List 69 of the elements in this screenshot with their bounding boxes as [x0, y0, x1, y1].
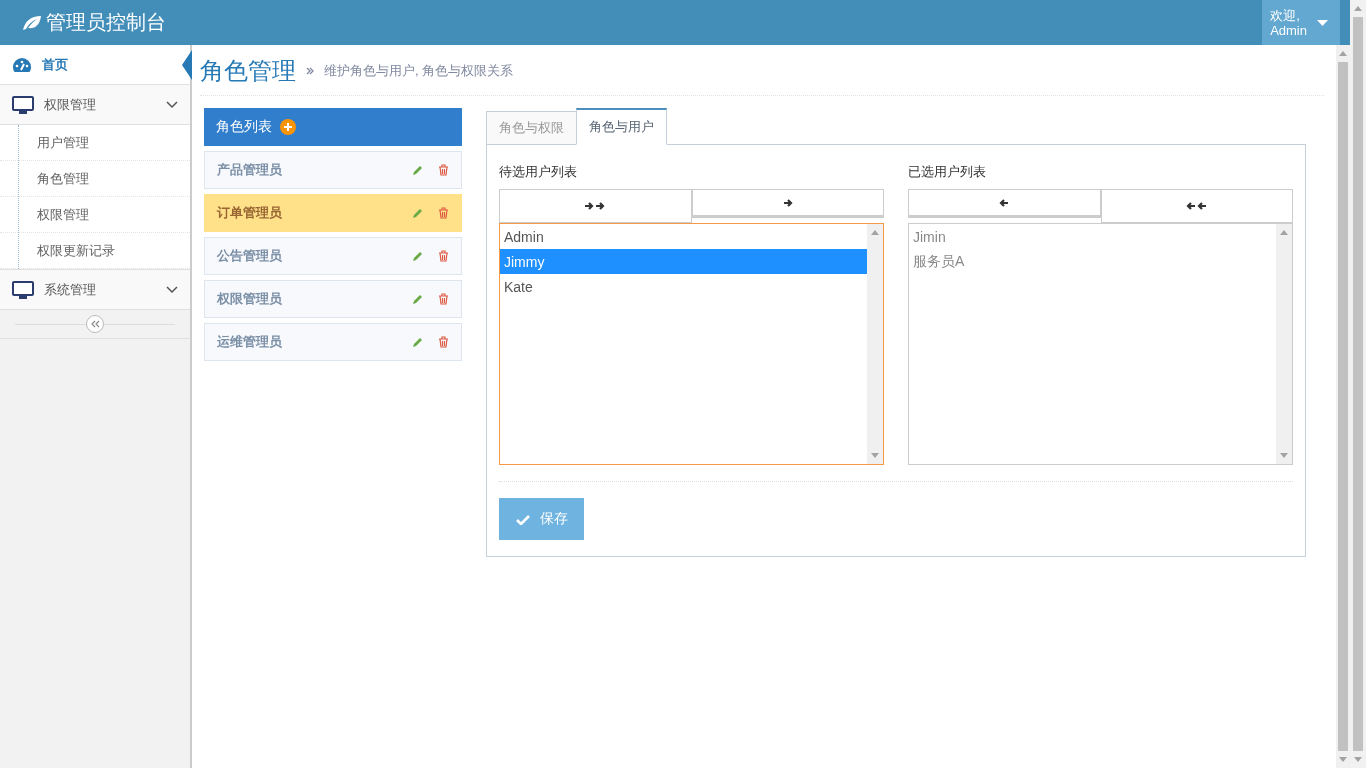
leaf-icon: [22, 14, 42, 31]
double-chevron-icon: [306, 67, 314, 75]
collapse-button[interactable]: [86, 315, 104, 333]
nav-item[interactable]: 系统管理: [0, 270, 190, 310]
chevron-down-icon: [166, 285, 178, 294]
nav-subitem[interactable]: 角色管理: [0, 161, 190, 197]
trash-icon[interactable]: [438, 336, 449, 348]
tab[interactable]: 角色与用户: [576, 108, 667, 145]
role-item[interactable]: 订单管理员: [204, 194, 462, 232]
move-button[interactable]: [908, 189, 1101, 218]
trash-icon[interactable]: [438, 250, 449, 262]
scroll-up-icon[interactable]: [1280, 230, 1288, 235]
move-button[interactable]: [691, 189, 884, 218]
scrollbar[interactable]: [1336, 45, 1350, 768]
nav-subitem[interactable]: 权限管理: [0, 197, 190, 233]
list-option[interactable]: Admin: [500, 224, 867, 249]
list-option[interactable]: 服务员A: [909, 249, 1276, 274]
arrow-left-icon: [999, 197, 1010, 208]
list-option[interactable]: Jimmy: [500, 249, 867, 274]
tab[interactable]: 角色与权限: [486, 111, 577, 145]
scroll-up-icon[interactable]: [1354, 6, 1362, 11]
pencil-icon[interactable]: [412, 293, 424, 305]
nav-item[interactable]: 首页: [0, 45, 190, 85]
user-menu[interactable]: 欢迎, Admin: [1262, 0, 1340, 45]
double-chevron-left-icon: [90, 320, 100, 328]
double-arrow-right-icon: [584, 201, 607, 211]
caret-icon: [1317, 19, 1328, 26]
role-item[interactable]: 运维管理员: [204, 323, 462, 361]
chevron-down-icon: [166, 100, 178, 109]
trash-icon[interactable]: [438, 164, 449, 176]
page-subtitle: 维护角色与用户, 角色与权限关系: [324, 62, 514, 80]
move-all-button[interactable]: [499, 189, 692, 223]
pointer-icon: [182, 50, 192, 80]
app-title: 管理员控制台: [46, 10, 166, 35]
nav-subitem[interactable]: 权限更新记录: [0, 233, 190, 269]
check-icon: [515, 513, 530, 525]
scroll-up-icon[interactable]: [1339, 51, 1347, 56]
trash-icon[interactable]: [438, 207, 449, 219]
save-button[interactable]: 保存: [499, 498, 584, 540]
trash-icon[interactable]: [438, 293, 449, 305]
list-title: 已选用户列表: [908, 163, 987, 181]
pencil-icon[interactable]: [412, 164, 424, 176]
monitor-icon: [12, 280, 34, 299]
user-listbox[interactable]: Jimin 服务员A: [908, 223, 1293, 465]
role-item[interactable]: 公告管理员: [204, 237, 462, 275]
list-option[interactable]: Kate: [500, 274, 867, 299]
nav-item[interactable]: 权限管理: [0, 85, 190, 125]
pencil-icon[interactable]: [412, 336, 424, 348]
list-title: 待选用户列表: [499, 163, 578, 181]
page-title: 角色管理: [200, 56, 296, 86]
monitor-icon: [12, 95, 34, 114]
scroll-up-icon[interactable]: [871, 230, 879, 235]
double-arrow-left-icon: [1185, 201, 1208, 211]
arrow-right-icon: [782, 197, 793, 208]
role-item[interactable]: 权限管理员: [204, 280, 462, 318]
panel-title: 角色列表: [216, 118, 272, 136]
move-all-button[interactable]: [1100, 189, 1293, 223]
user-listbox[interactable]: Admin Jimmy Kate: [499, 223, 884, 465]
list-option[interactable]: Jimin: [909, 224, 1276, 249]
pencil-icon[interactable]: [412, 250, 424, 262]
nav-subitem[interactable]: 用户管理: [0, 125, 190, 161]
scrollbar[interactable]: [1276, 224, 1292, 464]
scroll-down-icon[interactable]: [871, 453, 879, 458]
scrollbar[interactable]: [867, 224, 883, 464]
add-icon[interactable]: [280, 119, 296, 135]
pencil-icon[interactable]: [412, 207, 424, 219]
scroll-down-icon[interactable]: [1280, 453, 1288, 458]
role-item[interactable]: 产品管理员: [204, 151, 462, 189]
dashboard-icon: [12, 56, 32, 73]
